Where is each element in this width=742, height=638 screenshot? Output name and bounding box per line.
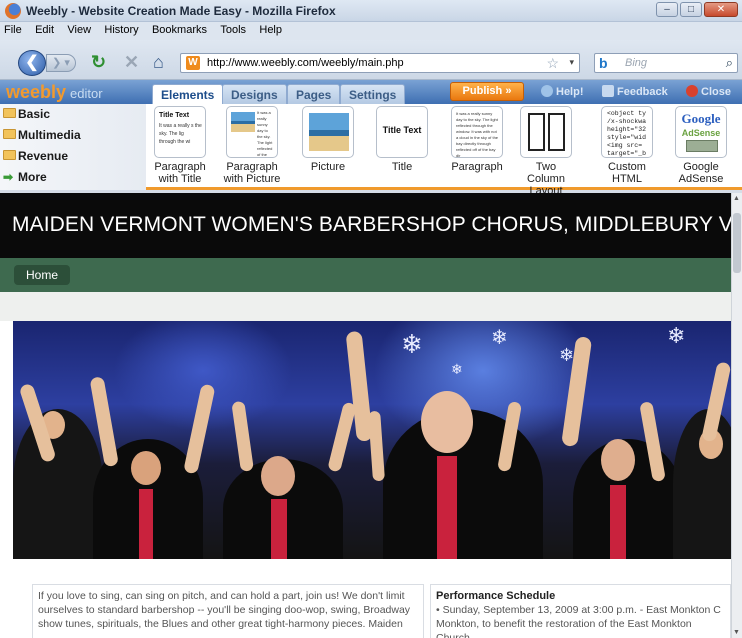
widget-label: Title [391, 161, 413, 173]
url-dropdown-icon[interactable]: ▾ [569, 57, 574, 68]
folder-icon [3, 129, 16, 139]
search-icon[interactable]: ⌕ [726, 55, 733, 71]
scroll-up-icon[interactable]: ▲ [733, 195, 740, 202]
snowflake-decoration: ❄ [401, 329, 423, 359]
schedule-item: • Sunday, September 13, 2009 at 3:00 p.m… [436, 604, 721, 638]
publish-button[interactable]: Publish » [450, 82, 524, 101]
menu-bookmarks[interactable]: Bookmarks [147, 22, 212, 36]
site-navigation: Home [0, 258, 731, 292]
folder-icon [3, 150, 16, 160]
menu-help[interactable]: Help [254, 22, 287, 36]
widget-two-column-layout[interactable]: Two Column Layout [516, 106, 576, 197]
menu-edit[interactable]: Edit [30, 22, 59, 36]
nav-home[interactable]: Home [14, 265, 71, 285]
widget-thumbnail: <object ty /x-shockwa height="32 style="… [601, 106, 653, 158]
tab-designs[interactable]: Designs [222, 84, 287, 104]
widget-paragraph[interactable]: It was a really sunny day to the sky. Th… [447, 106, 507, 173]
widget-thumbnail: Title Text [376, 106, 428, 158]
elements-palette: Basic Multimedia Revenue ➡ More Title Tex… [0, 104, 742, 197]
money-icon [686, 140, 718, 152]
navigation-toolbar: ❮ ❯ ▾ ↻ ✕ ⌂ W http://www.weebly.com/weeb… [0, 40, 742, 80]
maximize-button[interactable]: □ [680, 2, 702, 17]
widget-label: Paragraph with Picture [223, 161, 281, 185]
arrow-right-icon: ➡ [3, 170, 14, 184]
widget-title[interactable]: Title Text Title [372, 106, 432, 173]
tab-elements[interactable]: Elements [152, 84, 224, 104]
bing-engine-icon[interactable]: b [599, 55, 608, 71]
category-basic[interactable]: Basic [0, 104, 146, 125]
tab-settings[interactable]: Settings [340, 84, 406, 104]
widget-paragraph-with-title[interactable]: Title Text It was a really s the sky. Th… [150, 106, 210, 185]
scroll-down-icon[interactable]: ▼ [733, 629, 740, 636]
widget-paragraph-with-picture[interactable]: It was a really sunny day to the sky. Th… [222, 106, 282, 185]
back-button[interactable]: ❮ [18, 50, 46, 76]
help-link[interactable]: Help! [541, 85, 584, 98]
window-titlebar: Weebly - Website Creation Made Easy - Mo… [0, 0, 742, 22]
widget-label: Paragraph [451, 161, 503, 173]
category-more[interactable]: ➡ More [0, 167, 146, 188]
widget-google-adsense[interactable]: Google AdSense Google AdSense [671, 106, 731, 185]
weebly-logo: weebly editor [6, 82, 103, 102]
widget-thumbnail: It was a really sunny day to the sky. Th… [226, 106, 278, 158]
widget-thumbnail: It was a really sunny day to the sky. Th… [451, 106, 503, 158]
help-icon [541, 85, 553, 97]
widget-thumbnail: Google AdSense [675, 106, 727, 158]
search-bar[interactable]: b Bing ⌕ [594, 53, 738, 73]
category-list: Basic Multimedia Revenue ➡ More [0, 104, 146, 190]
widget-custom-html[interactable]: <object ty /x-shockwa height="32 style="… [597, 106, 657, 185]
folder-icon [3, 108, 16, 118]
home-icon[interactable]: ⌂ [153, 53, 164, 71]
vertical-scrollbar[interactable]: ▲ ▼ [731, 193, 742, 638]
close-icon [686, 85, 698, 97]
menu-bar: File Edit View History Bookmarks Tools H… [0, 22, 742, 40]
widget-label: Custom HTML [608, 161, 646, 185]
performance-schedule[interactable]: Performance Schedule • Sunday, September… [430, 584, 731, 638]
category-revenue[interactable]: Revenue [0, 146, 146, 167]
snowflake-decoration: ❄ [491, 327, 508, 349]
widget-thumbnail [302, 106, 354, 158]
widget-thumbnail: Title Text It was a really s the sky. Th… [154, 106, 206, 158]
reload-icon[interactable]: ↻ [91, 53, 106, 71]
feedback-link[interactable]: Feedback [602, 85, 668, 98]
content-band [0, 292, 731, 321]
snowflake-decoration: ❄ [667, 323, 686, 348]
widget-thumbnail [520, 106, 572, 158]
snowflake-decoration: ❄ [451, 361, 463, 377]
forward-button[interactable]: ❯ ▾ [46, 54, 76, 72]
intro-paragraph[interactable]: If you love to sing, can sing on pitch, … [32, 584, 424, 638]
menu-view[interactable]: View [62, 22, 96, 36]
address-bar[interactable]: W http://www.weebly.com/weebly/main.php … [180, 53, 580, 73]
firefox-icon [5, 3, 21, 19]
site-header: MAIDEN VERMONT WOMEN'S BARBERSHOP CHORUS… [0, 193, 731, 258]
envelope-icon [602, 85, 614, 97]
widget-label: Google AdSense [678, 161, 724, 185]
stop-icon[interactable]: ✕ [124, 53, 139, 71]
minimize-button[interactable]: – [656, 2, 678, 17]
menu-history[interactable]: History [99, 22, 143, 36]
chorus-photo[interactable]: ❄ ❄ ❄ ❄ ❄ [13, 321, 731, 559]
url-text[interactable]: http://www.weebly.com/weebly/main.php [207, 57, 404, 69]
widget-picture[interactable]: Picture [298, 106, 358, 173]
intro-text: If you love to sing, can sing on pitch, … [38, 590, 411, 630]
widget-label: Picture [310, 161, 346, 173]
schedule-title: Performance Schedule [436, 590, 556, 602]
search-placeholder[interactable]: Bing [625, 57, 647, 69]
site-favicon-icon: W [186, 56, 200, 70]
tab-pages[interactable]: Pages [287, 84, 341, 104]
site-title[interactable]: MAIDEN VERMONT WOMEN'S BARBERSHOP CHORUS… [12, 213, 731, 237]
window-title: Weebly - Website Creation Made Easy - Mo… [26, 4, 336, 18]
bookmark-star-icon[interactable]: ☆ [546, 55, 559, 72]
menu-file[interactable]: File [0, 22, 27, 36]
category-multimedia[interactable]: Multimedia [0, 125, 146, 146]
content-text-area: If you love to sing, can sing on pitch, … [0, 559, 731, 638]
widget-label: Paragraph with Title [154, 161, 206, 185]
close-editor-link[interactable]: Close [686, 85, 731, 98]
scroll-thumb[interactable] [733, 213, 741, 273]
editor-topbar: weebly editor Elements Designs Pages Sett… [0, 80, 742, 104]
menu-tools[interactable]: Tools [215, 22, 251, 36]
close-window-button[interactable]: ✕ [704, 2, 738, 17]
widget-label: Two Column Layout [527, 161, 565, 197]
window-controls: – □ ✕ [656, 2, 738, 17]
website-canvas: MAIDEN VERMONT WOMEN'S BARBERSHOP CHORUS… [0, 193, 731, 638]
